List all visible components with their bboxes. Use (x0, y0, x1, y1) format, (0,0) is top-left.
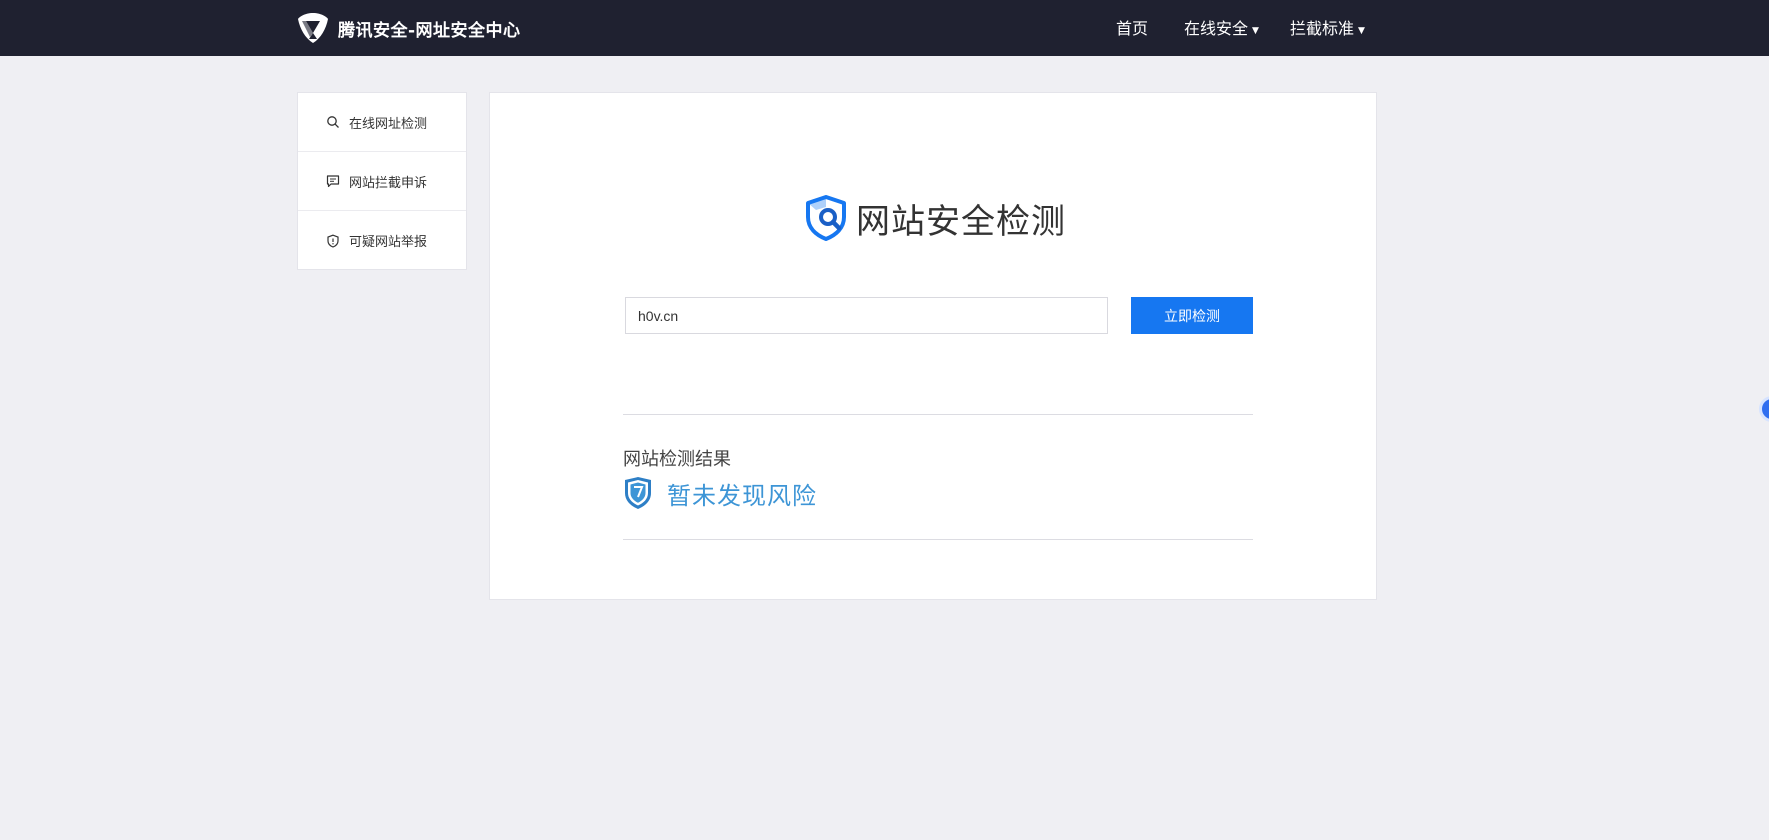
sidebar-item-label: 在线网址检测 (349, 116, 428, 132)
sidebar-item-block-appeal[interactable]: 网站拦截申诉 (298, 152, 466, 211)
result-text: 暂未发现风险 (667, 481, 817, 510)
sidebar-item-label: 可疑网站举报 (349, 235, 428, 250)
brand[interactable]: 腾讯安全-网址安全中心 (296, 8, 521, 48)
url-input[interactable] (625, 297, 1108, 334)
check-now-button[interactable]: 立即检测 (1131, 297, 1253, 334)
nav-home-label: 首页 (1116, 19, 1149, 38)
tencent-security-logo-icon (298, 13, 328, 43)
brand-title: 腾讯安全-网址安全中心 (338, 20, 521, 41)
result-label: 网站检测结果 (623, 449, 731, 470)
chevron-down-icon: ▼ (1252, 26, 1259, 36)
main-panel: 网站安全检测 立即检测 网站检测结果 暂未发现风险 (489, 92, 1377, 600)
nav-block-standard[interactable]: 拦截标准 ▼ (1290, 15, 1365, 39)
result-status: 暂未发现风险 (623, 476, 817, 510)
chat-icon (326, 175, 340, 188)
sidebar-item-label: 网站拦截申诉 (349, 175, 428, 191)
shield-safe-icon (625, 477, 651, 509)
sidebar-item-suspicious-report[interactable]: 可疑网站举报 (298, 211, 466, 270)
nav-home[interactable]: 首页 (1116, 15, 1148, 39)
nav-online-security[interactable]: 在线安全 ▼ (1184, 15, 1259, 39)
nav-block-standard-label: 拦截标准 (1290, 19, 1355, 38)
hero-heading: 网站安全检测 (804, 195, 1066, 242)
shield-search-icon (806, 195, 846, 241)
chevron-down-icon: ▼ (1358, 26, 1365, 36)
divider (623, 539, 1253, 540)
divider (623, 414, 1253, 415)
sidebar: 在线网址检测 网站拦截申诉 可疑网站举报 (297, 92, 467, 270)
nav-online-security-label: 在线安全 (1184, 19, 1249, 38)
sidebar-item-online-url-check[interactable]: 在线网址检测 (298, 93, 466, 152)
search-icon (327, 116, 339, 128)
floating-helper-icon[interactable] (1759, 396, 1769, 422)
shield-alert-icon (327, 234, 339, 248)
top-navbar: 腾讯安全-网址安全中心 首页 在线安全 ▼ 拦截标准 ▼ (0, 0, 1769, 56)
page-title: 网站安全检测 (856, 201, 1066, 242)
